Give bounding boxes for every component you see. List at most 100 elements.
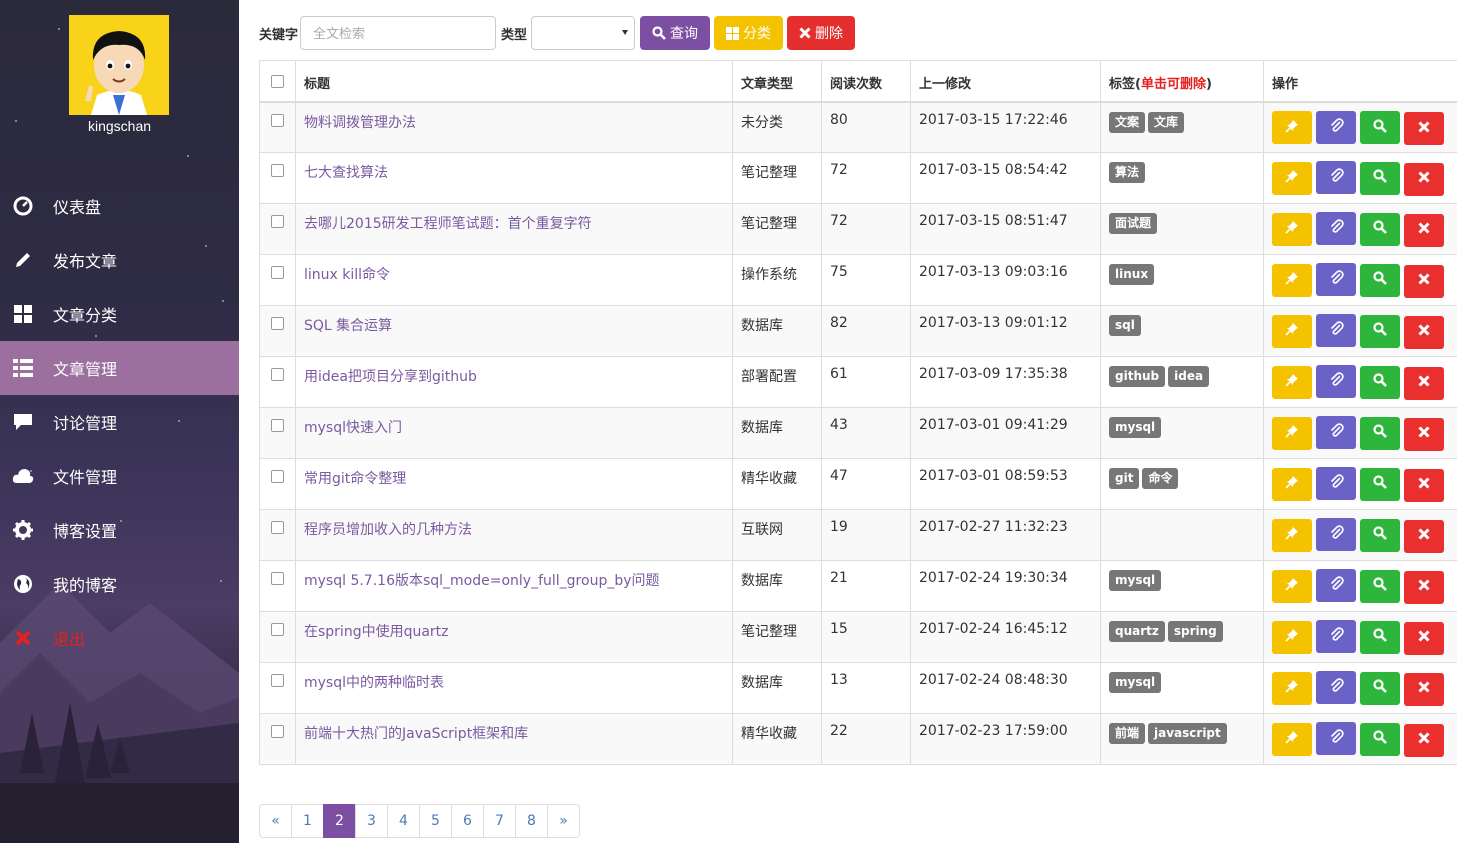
sidebar-item-settings[interactable]: 博客设置	[0, 503, 239, 557]
pin-button[interactable]	[1272, 416, 1312, 450]
tag-badge[interactable]: javascript	[1148, 723, 1227, 744]
delete-row-button[interactable]	[1404, 621, 1444, 655]
pagination-prev[interactable]: «	[259, 804, 292, 838]
delete-row-button[interactable]	[1404, 519, 1444, 553]
row-checkbox[interactable]	[271, 521, 284, 534]
attach-button[interactable]	[1316, 161, 1356, 194]
tag-badge[interactable]: 算法	[1109, 162, 1146, 183]
sidebar-item-dashboard[interactable]: 仪表盘	[0, 179, 239, 233]
tag-badge[interactable]: git	[1109, 468, 1140, 489]
tag-badge[interactable]: 前端	[1109, 723, 1146, 744]
pin-button[interactable]	[1272, 671, 1312, 705]
header-modified[interactable]: 上一修改	[910, 60, 1101, 103]
row-checkbox[interactable]	[271, 572, 284, 585]
select-all-checkbox[interactable]	[271, 75, 284, 88]
sidebar-item-publish[interactable]: 发布文章	[0, 233, 239, 287]
row-checkbox[interactable]	[271, 623, 284, 636]
pin-button[interactable]	[1272, 263, 1312, 297]
sidebar-item-logout[interactable]: 退出	[0, 611, 239, 665]
pagination-page[interactable]: 2	[323, 804, 356, 838]
sidebar-item-manage[interactable]: 文章管理	[0, 341, 239, 395]
sidebar-item-myblog[interactable]: 我的博客	[0, 557, 239, 611]
delete-row-button[interactable]	[1404, 315, 1444, 349]
attach-button[interactable]	[1316, 314, 1356, 347]
attach-button[interactable]	[1316, 416, 1356, 449]
view-button[interactable]	[1360, 161, 1400, 195]
keyword-input[interactable]	[300, 16, 497, 50]
view-button[interactable]	[1360, 467, 1400, 501]
delete-row-button[interactable]	[1404, 417, 1444, 451]
pin-button[interactable]	[1272, 620, 1312, 654]
pin-button[interactable]	[1272, 111, 1312, 144]
query-button[interactable]: 查询	[640, 16, 711, 50]
delete-row-button[interactable]	[1404, 112, 1444, 145]
attach-button[interactable]	[1316, 365, 1356, 398]
pagination-page[interactable]: 8	[515, 804, 548, 838]
tag-badge[interactable]: github	[1109, 366, 1166, 387]
header-type[interactable]: 文章类型	[732, 60, 822, 103]
article-title-link[interactable]: mysql快速入门	[304, 420, 402, 436]
row-checkbox[interactable]	[271, 725, 284, 738]
attach-button[interactable]	[1316, 212, 1356, 245]
tag-badge[interactable]: spring	[1167, 621, 1223, 642]
article-title-link[interactable]: mysql 5.7.16版本sql_mode=only_full_group_b…	[304, 573, 660, 589]
view-button[interactable]	[1360, 722, 1400, 756]
article-title-link[interactable]: 去哪儿2015研发工程师笔试题：首个重复字符	[304, 216, 592, 232]
tag-badge[interactable]: sql	[1109, 315, 1141, 336]
article-title-link[interactable]: 程序员增加收入的几种方法	[304, 522, 472, 538]
view-button[interactable]	[1360, 518, 1400, 552]
delete-row-button[interactable]	[1404, 213, 1444, 247]
pin-button[interactable]	[1272, 314, 1312, 348]
tag-badge[interactable]: 文案	[1109, 111, 1146, 133]
tag-badge[interactable]: linux	[1109, 264, 1155, 285]
type-select[interactable]	[531, 16, 636, 50]
article-title-link[interactable]: 在spring中使用quartz	[304, 624, 449, 640]
delete-button[interactable]: 删除	[787, 16, 856, 50]
row-checkbox[interactable]	[271, 215, 284, 228]
pin-button[interactable]	[1272, 722, 1312, 756]
pagination-page[interactable]: 5	[419, 804, 452, 838]
article-title-link[interactable]: 前端十大热门的JavaScript框架和库	[304, 726, 528, 742]
view-button[interactable]	[1360, 620, 1400, 654]
pagination-page[interactable]: 7	[483, 804, 516, 838]
delete-row-button[interactable]	[1404, 672, 1444, 706]
row-checkbox[interactable]	[271, 674, 284, 687]
sidebar-item-category[interactable]: 文章分类	[0, 287, 239, 341]
avatar[interactable]	[69, 15, 169, 115]
row-checkbox[interactable]	[271, 470, 284, 483]
pin-button[interactable]	[1272, 212, 1312, 246]
pagination-page[interactable]: 4	[387, 804, 420, 838]
attach-button[interactable]	[1316, 263, 1356, 296]
tag-badge[interactable]: 命令	[1142, 468, 1179, 489]
pin-button[interactable]	[1272, 569, 1312, 603]
header-reads[interactable]: 阅读次数	[821, 60, 911, 103]
pin-button[interactable]	[1272, 161, 1312, 195]
row-checkbox[interactable]	[271, 419, 284, 432]
sidebar-item-files[interactable]: 文件管理	[0, 449, 239, 503]
pin-button[interactable]	[1272, 518, 1312, 552]
tag-badge[interactable]: mysql	[1109, 417, 1162, 438]
article-title-link[interactable]: 七大查找算法	[304, 165, 388, 181]
delete-row-button[interactable]	[1404, 723, 1444, 757]
pagination-page[interactable]: 3	[355, 804, 388, 838]
article-title-link[interactable]: 用idea把项目分享到github	[304, 369, 477, 385]
row-checkbox[interactable]	[271, 266, 284, 279]
article-title-link[interactable]: linux kill命令	[304, 267, 390, 283]
article-title-link[interactable]: 物料调拨管理办法	[304, 115, 416, 131]
view-button[interactable]	[1360, 671, 1400, 705]
delete-row-button[interactable]	[1404, 570, 1444, 604]
category-button[interactable]: 分类	[714, 16, 784, 50]
article-title-link[interactable]: SQL 集合运算	[304, 318, 392, 334]
attach-button[interactable]	[1316, 518, 1356, 551]
delete-row-button[interactable]	[1404, 264, 1444, 298]
row-checkbox[interactable]	[271, 368, 284, 381]
row-checkbox[interactable]	[271, 317, 284, 330]
pin-button[interactable]	[1272, 467, 1312, 501]
tag-badge[interactable]: mysql	[1109, 672, 1162, 693]
delete-row-button[interactable]	[1404, 162, 1444, 196]
pin-button[interactable]	[1272, 365, 1312, 399]
pagination-next[interactable]: »	[547, 804, 580, 838]
view-button[interactable]	[1360, 111, 1400, 144]
tag-badge[interactable]: mysql	[1109, 570, 1162, 591]
view-button[interactable]	[1360, 314, 1400, 348]
